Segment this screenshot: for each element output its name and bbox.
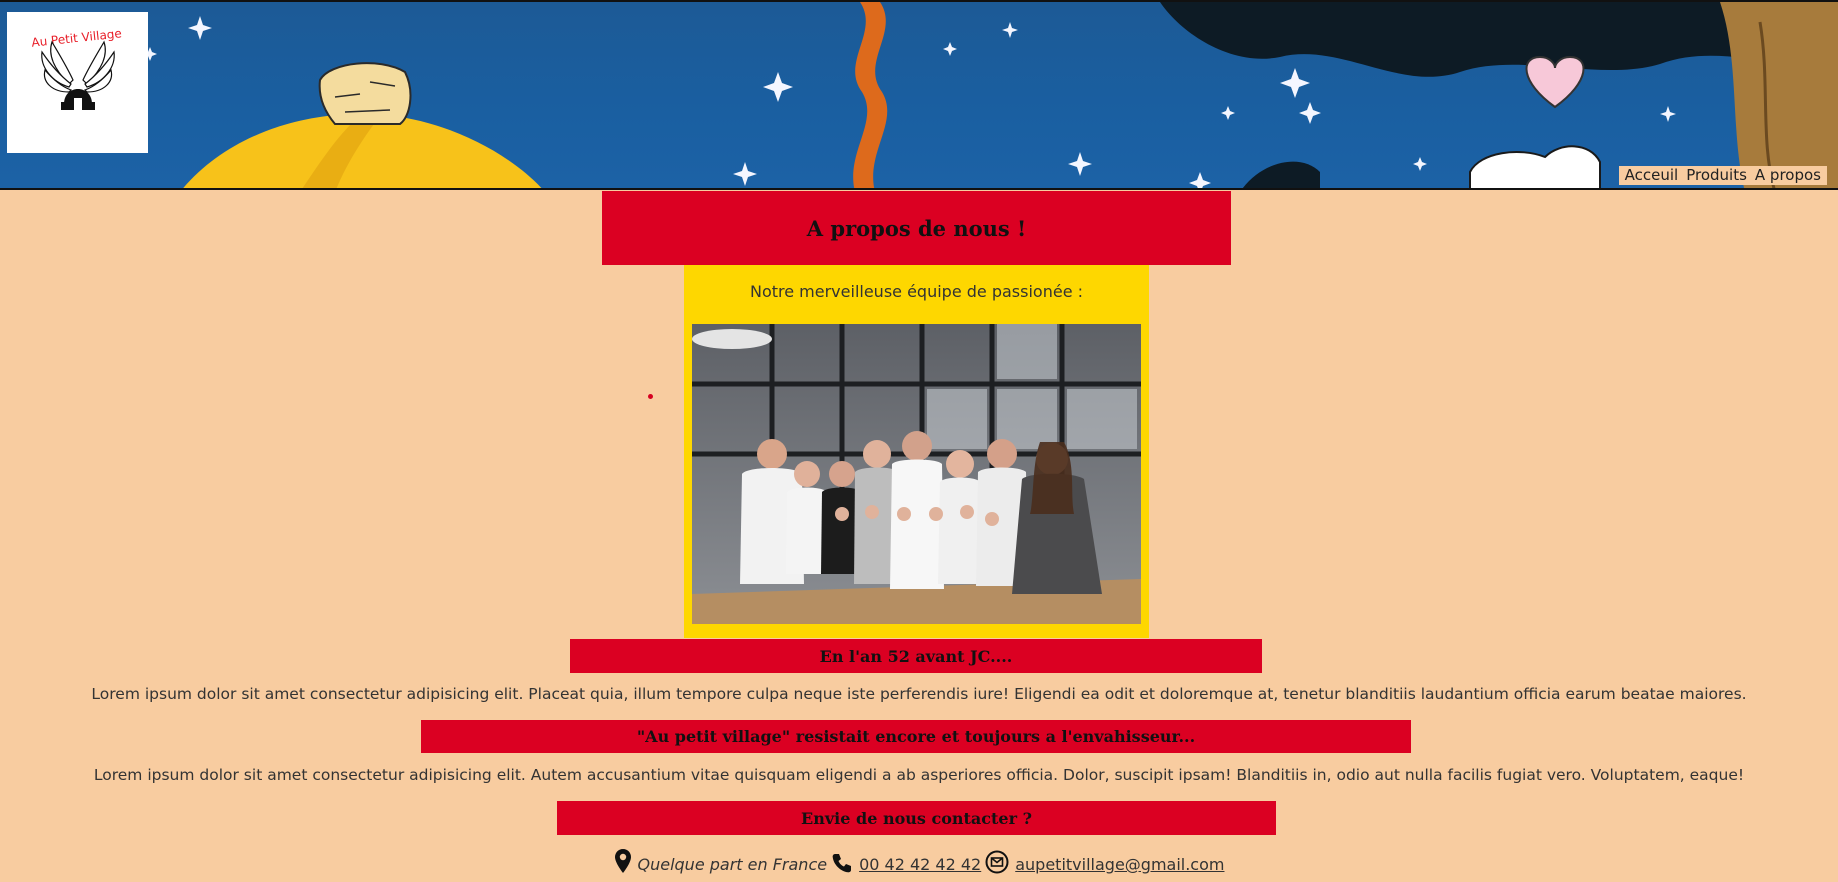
decorative-dot: [648, 394, 653, 399]
team-photo-image: [692, 324, 1141, 624]
section-heading-bar-1: En l'an 52 avant JC....: [570, 639, 1262, 673]
map-pin-icon: [614, 849, 631, 873]
main-nav: Acceuil Produits A propos: [1618, 166, 1827, 185]
banner-illustration: [143, 2, 1838, 188]
contact-email-link[interactable]: aupetitvillage@gmail.com: [1015, 855, 1224, 874]
section-heading-bar-2: "Au petit village" resistait encore et t…: [421, 720, 1411, 753]
team-card: Notre merveilleuse équipe de passionée :: [684, 265, 1149, 638]
section-text-2: Lorem ipsum dolor sit amet consectetur a…: [93, 766, 1745, 784]
contact-address-text: Quelque part en France: [637, 855, 828, 874]
phone-icon: [832, 854, 852, 873]
page-title-bar: A propos de nous !: [602, 191, 1231, 265]
section-text-1: Lorem ipsum dolor sit amet consectetur a…: [91, 685, 1747, 703]
section-heading-1: En l'an 52 avant JC....: [819, 646, 1013, 666]
header-banner: Au Petit Village Acceuil Produits A prop…: [0, 0, 1838, 190]
nav-link-produits[interactable]: Produits: [1686, 166, 1747, 185]
team-caption: Notre merveilleuse équipe de passionée :: [749, 282, 1084, 301]
contact-phone-link[interactable]: 00 42 42 42 42: [859, 855, 981, 874]
site-logo[interactable]: Au Petit Village: [7, 12, 148, 153]
email-icon: [985, 850, 1009, 874]
team-photo: [692, 324, 1141, 624]
contact-email: aupetitvillage@gmail.com: [985, 850, 1224, 874]
nav-link-acceuil[interactable]: Acceuil: [1625, 166, 1679, 185]
contact-line: Quelque part en France 00 42 42 42 42 au…: [0, 848, 1838, 874]
section-heading-bar-3: Envie de nous contacter ?: [557, 801, 1276, 835]
nav-link-a-propos[interactable]: A propos: [1755, 166, 1821, 185]
page-title: A propos de nous !: [806, 215, 1027, 241]
contact-address: Quelque part en France: [614, 848, 828, 874]
winged-helmet-logo-icon: Au Petit Village: [31, 26, 123, 110]
svg-text:Au Petit Village: Au Petit Village: [31, 26, 123, 49]
section-heading-2: "Au petit village" resistait encore et t…: [636, 727, 1196, 746]
section-heading-3: Envie de nous contacter ?: [801, 808, 1032, 828]
contact-phone: 00 42 42 42 42: [831, 852, 981, 874]
